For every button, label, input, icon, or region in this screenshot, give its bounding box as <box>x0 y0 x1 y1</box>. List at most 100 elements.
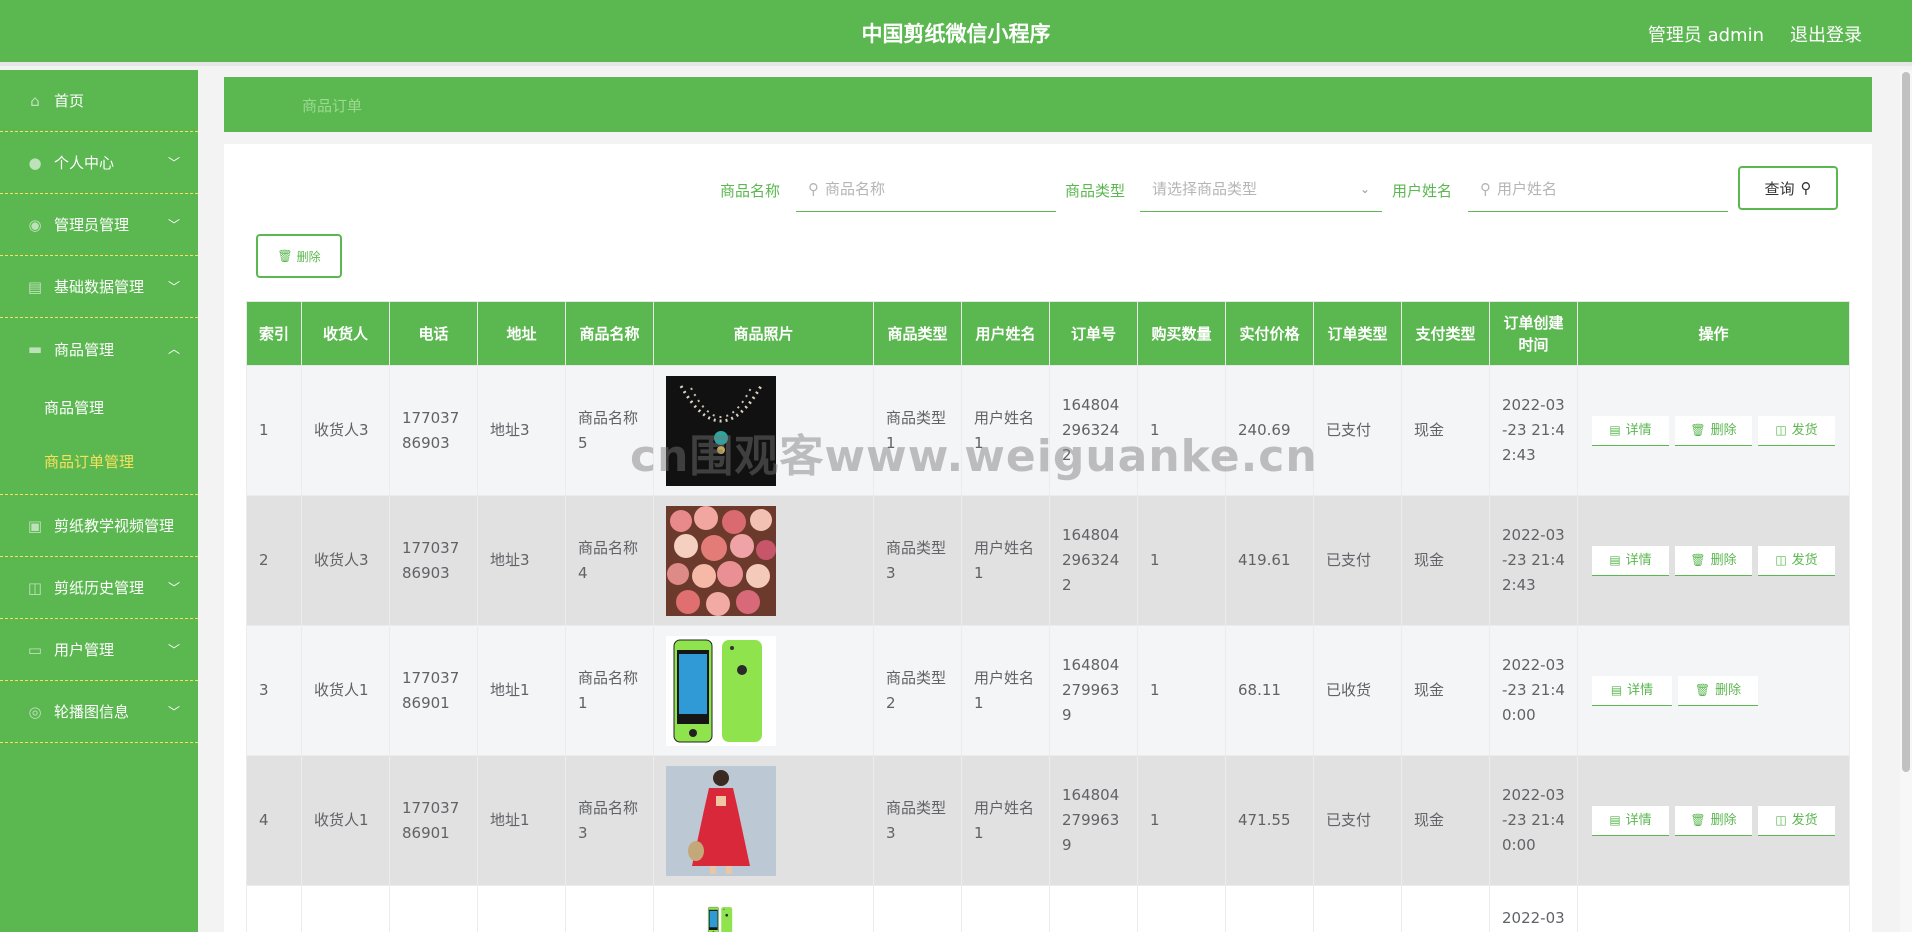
detail-button[interactable]: ▤ 详情 <box>1592 545 1669 576</box>
cell-pay-type: 现金 <box>1401 365 1490 496</box>
detail-button[interactable]: ▤ 详情 <box>1592 675 1672 706</box>
goods-type-placeholder: 请选择商品类型 <box>1152 180 1258 198</box>
sidebar-item-4[interactable]: ▬ 商品管理 ︿ <box>0 318 198 380</box>
sidebar-item-5[interactable]: ▣ 剪纸教学视频管理 <box>0 495 198 557</box>
user-name-placeholder: 用户姓名 <box>1497 180 1558 198</box>
cell-address: 地址1 <box>477 625 566 756</box>
cell-goods-name: 商品名称4 <box>565 495 654 626</box>
cell-order-type: 已支付 <box>1313 365 1402 496</box>
query-button[interactable]: 查询 ⚲ <box>1738 166 1838 210</box>
cell-created: 2022-03-23 21:40:00 <box>1489 625 1578 756</box>
sidebar-item-7[interactable]: ▭ 用户管理 ﹀ <box>0 619 198 681</box>
table-header-row: 索引 收货人 电话 地址 商品名称 商品照片 商品类型 用户姓名 订单号 购买数量 实付价格 订单类型… <box>246 301 1850 366</box>
admin-icon: ◉ <box>28 215 42 234</box>
cell-goods-type: 商品类型3 <box>873 495 962 626</box>
cell-order-no: 1648042799639 <box>1049 755 1138 886</box>
trash-button[interactable]: 🗑 删除 <box>1675 805 1752 836</box>
trash-icon: 🗑 <box>1690 812 1706 827</box>
chevron-down-icon: ﹀ <box>167 280 180 294</box>
sidebar-item-3[interactable]: ▤ 基础数据管理 ﹀ <box>0 256 198 318</box>
cell-index: 3 <box>246 625 302 756</box>
sidebar-item-8[interactable]: ◎ 轮播图信息 ﹀ <box>0 681 198 743</box>
action-label: 详情 <box>1625 552 1652 568</box>
orders-table: 索引 收货人 电话 地址 商品名称 商品照片 商品类型 用户姓名 订单号 购买数量 实付价格 订单类型… <box>246 301 1850 932</box>
chevron-down-icon: ﹀ <box>167 705 180 719</box>
cell-address: 地址3 <box>477 495 566 626</box>
ship-button[interactable]: ◫ 发货 <box>1758 415 1835 446</box>
cell-created: 2022-03-23 21:40:00 <box>1489 755 1578 886</box>
content-panel: 商品名称 ⚲ 商品名称 商品类型 请选择商品类型 ⌄ 用户姓名 ⚲ 用户姓名 查… <box>224 144 1872 932</box>
detail-button[interactable]: ▤ 详情 <box>1592 805 1669 836</box>
goods-icon: ▬ <box>27 340 43 358</box>
action-label: 删除 <box>1710 812 1737 828</box>
cell-index <box>246 885 302 932</box>
trash-button[interactable]: 🗑 删除 <box>1675 545 1752 576</box>
table-row[interactable]: 3 收货人1 17703786901 地址1 商品名称1 商品类型2 用户姓名1 164804… <box>246 625 1850 756</box>
chevron-down-icon: ⌄ <box>1359 182 1370 196</box>
carousel-icon: ◎ <box>28 702 42 721</box>
detail-button[interactable]: ▤ 详情 <box>1592 415 1669 446</box>
sidebar-subitem-0[interactable]: 商品管理 <box>0 380 198 434</box>
cell-order-no <box>1049 885 1138 932</box>
data-icon: ▤ <box>27 277 43 296</box>
cell-qty: 1 <box>1137 495 1226 626</box>
sidebar-item-1[interactable]: ● 个人中心 ﹀ <box>0 132 198 194</box>
cell-created: 2022-03-23 21:42:43 <box>1489 365 1578 496</box>
top-bar: 中国剪纸微信小程序 管理员 admin 退出登录 <box>0 0 1912 66</box>
table-row[interactable]: 2 收货人3 17703786903 地址3 商品名称4 商品类型3 用户姓名1 16480… <box>246 495 1850 626</box>
cell-index: 4 <box>246 755 302 886</box>
history-icon: ◫ <box>27 578 43 597</box>
cell-receiver: 收货人3 <box>301 365 390 496</box>
sidebar-item-2[interactable]: ◉ 管理员管理 ﹀ <box>0 194 198 256</box>
action-label: 详情 <box>1625 812 1652 828</box>
trash-icon: 🗑 <box>1690 552 1706 567</box>
user-name-label: 用户姓名 <box>1392 182 1453 200</box>
cell-user: 用户姓名1 <box>961 755 1050 886</box>
ship-button[interactable]: ◫ 发货 <box>1758 545 1835 576</box>
search-bar: 商品名称 ⚲ 商品名称 商品类型 请选择商品类型 ⌄ 用户姓名 ⚲ 用户姓名 查… <box>224 166 1872 212</box>
admin-label: 管理员 admin <box>1647 25 1764 46</box>
cell-order-type: 已支付 <box>1313 755 1402 886</box>
user-name-input[interactable]: ⚲ 用户姓名 <box>1468 166 1728 212</box>
cell-pay-type: 现金 <box>1401 755 1490 886</box>
goods-type-select[interactable]: 请选择商品类型 ⌄ <box>1140 166 1382 212</box>
home-icon: ⌂ <box>30 91 40 110</box>
table-row[interactable]: 4 收货人1 17703786901 地址1 商品名称3 商品类型3 用户姓名1 164804… <box>246 755 1850 886</box>
goods-name-input[interactable]: ⚲ 商品名称 <box>796 166 1056 212</box>
goods-type-label: 商品类型 <box>1065 182 1126 200</box>
cell-price: 419.61 <box>1225 495 1314 626</box>
sidebar-item-6[interactable]: ◫ 剪纸历史管理 ﹀ <box>0 557 198 619</box>
batch-delete-button[interactable]: 🗑 删除 <box>256 234 342 278</box>
cell-created: 2022-03-23 21:42:43 <box>1489 495 1578 626</box>
detail-icon: ▤ <box>1610 682 1623 697</box>
cell-order-no: 1648042963242 <box>1049 495 1138 626</box>
cell-receiver <box>301 885 390 932</box>
detail-icon: ▤ <box>1609 552 1621 567</box>
cell-order-type: 已支付 <box>1313 495 1402 626</box>
scrollbar-thumb[interactable] <box>1902 72 1910 772</box>
column-header: 订单号 <box>1049 301 1138 366</box>
ship-button[interactable]: ◫ 发货 <box>1758 805 1835 836</box>
cell-qty: 1 <box>1137 625 1226 756</box>
row-actions: ▤ 详情 🗑 删除 <box>1577 625 1850 756</box>
cell-user: 用户姓名1 <box>961 495 1050 626</box>
sidebar: ⌂ 首页 ● 个人中心 ﹀ ◉ 管理员管理 ﹀ ▤ 基础数据管理 ﹀ ▬ 商品管理 ︿ 商品管理 商品订单管理… <box>0 70 198 932</box>
watermark: cn围观客www.weiguanke.cn <box>630 431 1318 482</box>
action-label: 详情 <box>1627 682 1654 698</box>
logout-link[interactable]: 退出登录 <box>1790 21 1862 47</box>
table-row[interactable]: 2022-03 <box>246 885 1850 932</box>
breadcrumb-label: 商品订单 <box>302 97 363 115</box>
sidebar-item-label: 个人中心 <box>54 154 115 172</box>
trash-button[interactable]: 🗑 删除 <box>1678 675 1758 706</box>
cell-pay-type: 现金 <box>1401 495 1490 626</box>
trash-button[interactable]: 🗑 删除 <box>1675 415 1752 446</box>
sidebar-item-0[interactable]: ⌂ 首页 <box>0 70 198 132</box>
cell-goods-type: 商品类型3 <box>873 755 962 886</box>
sidebar-item-label: 轮播图信息 <box>54 703 130 721</box>
column-header: 电话 <box>389 301 478 366</box>
action-label: 详情 <box>1625 422 1652 438</box>
cell-phone: 17703786903 <box>389 365 478 496</box>
product-photo <box>653 755 874 886</box>
sidebar-subitem-1[interactable]: 商品订单管理 <box>0 434 198 488</box>
sidebar-item-label: 管理员管理 <box>54 216 130 234</box>
